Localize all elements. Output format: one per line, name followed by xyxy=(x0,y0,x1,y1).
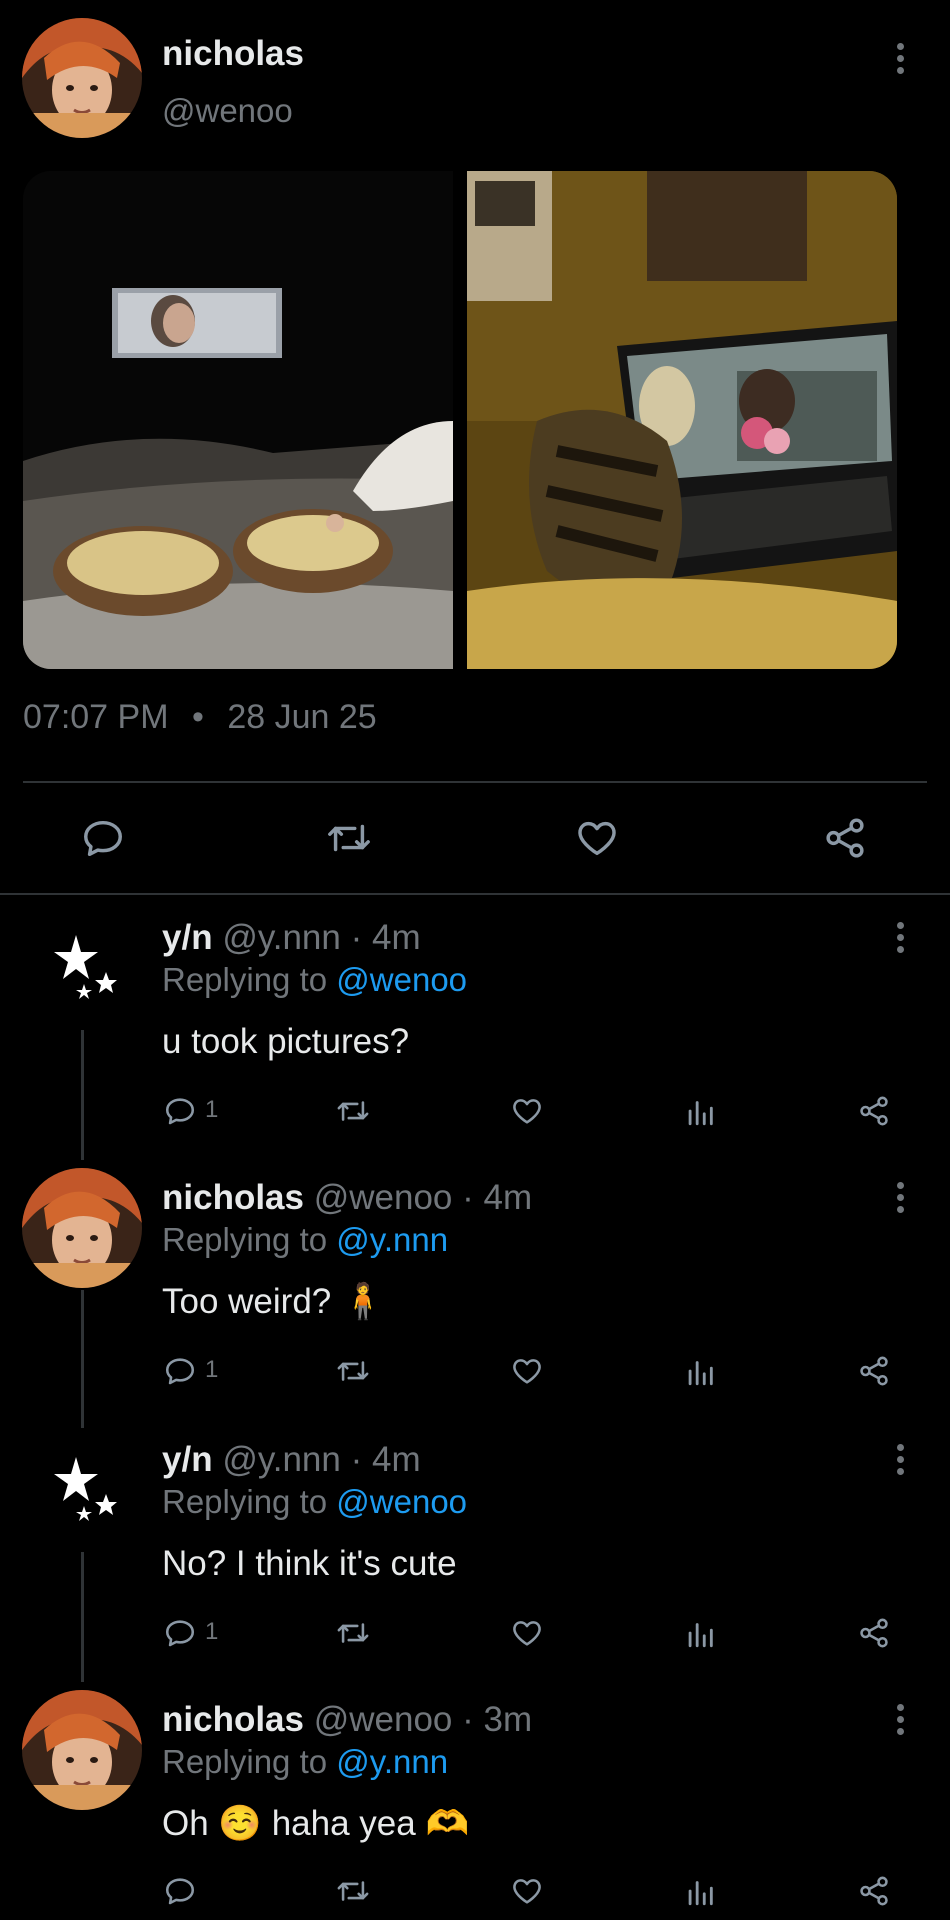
reply-author-handle[interactable]: @wenoo xyxy=(314,1700,453,1739)
author-avatar[interactable] xyxy=(22,18,142,138)
more-vertical-icon[interactable] xyxy=(897,1444,907,1480)
thread-line xyxy=(81,1290,84,1428)
more-vertical-icon[interactable] xyxy=(897,922,907,958)
divider xyxy=(0,893,950,895)
analytics-icon[interactable] xyxy=(685,1094,715,1133)
heart-icon[interactable] xyxy=(510,1354,544,1393)
reply-time: · 4m xyxy=(462,1178,533,1217)
replying-to-line: Replying to @wenoo xyxy=(162,1482,467,1522)
share-icon[interactable] xyxy=(822,815,868,861)
share-icon[interactable] xyxy=(857,1094,891,1133)
retweet-icon[interactable] xyxy=(334,1616,372,1655)
thread-line xyxy=(81,1552,84,1682)
divider xyxy=(23,781,927,783)
retweet-icon[interactable] xyxy=(334,1094,372,1133)
replying-to-line: Replying to @wenoo xyxy=(162,960,467,1000)
more-vertical-icon[interactable] xyxy=(897,1704,907,1740)
stars-avatar-icon[interactable] xyxy=(46,1452,122,1528)
retweet-icon[interactable] xyxy=(334,1874,372,1913)
heart-icon[interactable] xyxy=(574,815,620,861)
reply-count: 1 xyxy=(205,1618,219,1645)
reply-time: · 3m xyxy=(462,1700,533,1739)
author-handle[interactable]: @wenoo xyxy=(162,92,293,130)
reply-header: nicholas @wenoo · 3m xyxy=(162,1700,532,1740)
heart-icon[interactable] xyxy=(510,1616,544,1655)
tweet-date: 28 Jun 25 xyxy=(227,698,377,736)
reply-avatar[interactable] xyxy=(22,1168,142,1288)
reply-author-handle[interactable]: @wenoo xyxy=(314,1178,453,1217)
reply-text: Too weird? 🧍 xyxy=(162,1282,385,1321)
replying-to-link[interactable]: @y.nnn xyxy=(336,1743,448,1780)
reply-avatar[interactable] xyxy=(22,1690,142,1810)
reply-header: y/n @y.nnn · 4m xyxy=(162,1440,421,1480)
retweet-icon[interactable] xyxy=(334,1354,372,1393)
replying-to-link[interactable]: @wenoo xyxy=(336,1483,467,1520)
replying-to-link[interactable]: @wenoo xyxy=(336,961,467,998)
share-icon[interactable] xyxy=(857,1616,891,1655)
replying-to-label: Replying to xyxy=(162,1743,328,1780)
reply-text: No? I think it's cute xyxy=(162,1544,457,1583)
reply-time: · 4m xyxy=(350,918,421,957)
comment-icon[interactable] xyxy=(80,815,126,861)
reply-header: nicholas @wenoo · 4m xyxy=(162,1178,532,1218)
replying-to-link[interactable]: @y.nnn xyxy=(336,1221,448,1258)
analytics-icon[interactable] xyxy=(685,1354,715,1393)
more-vertical-icon[interactable] xyxy=(897,43,907,79)
reply-time: · 4m xyxy=(350,1440,421,1479)
analytics-icon[interactable] xyxy=(685,1616,715,1655)
replying-to-line: Replying to @y.nnn xyxy=(162,1220,448,1260)
reply-author-handle[interactable]: @y.nnn xyxy=(222,918,341,957)
reply-author-name[interactable]: nicholas xyxy=(162,1178,304,1217)
retweet-icon[interactable] xyxy=(324,815,374,861)
replying-to-label: Replying to xyxy=(162,1221,328,1258)
reply-author-name[interactable]: y/n xyxy=(162,918,213,957)
reply-text: Oh ☺️ haha yea 🫶 xyxy=(162,1804,470,1843)
heart-icon[interactable] xyxy=(510,1094,544,1133)
tweet-time: 07:07 PM xyxy=(23,698,169,736)
reply-count: 1 xyxy=(205,1356,219,1383)
tweet-timestamp: 07:07 PM • 28 Jun 25 xyxy=(23,698,377,737)
reply-count: 1 xyxy=(205,1096,219,1123)
replying-to-label: Replying to xyxy=(162,1483,328,1520)
analytics-icon[interactable] xyxy=(685,1874,715,1913)
reply-author-name[interactable]: nicholas xyxy=(162,1700,304,1739)
reply-text: u took pictures? xyxy=(162,1022,410,1061)
replying-to-line: Replying to @y.nnn xyxy=(162,1742,448,1782)
reply-header: y/n @y.nnn · 4m xyxy=(162,918,421,958)
heart-icon[interactable] xyxy=(510,1874,544,1913)
author-name[interactable]: nicholas xyxy=(162,34,304,74)
tweet-image-1[interactable] xyxy=(23,171,453,669)
comment-icon[interactable] xyxy=(163,1094,197,1133)
comment-icon[interactable] xyxy=(163,1874,197,1913)
share-icon[interactable] xyxy=(857,1874,891,1913)
reply-author-name[interactable]: y/n xyxy=(162,1440,213,1479)
timestamp-separator: • xyxy=(191,698,204,736)
share-icon[interactable] xyxy=(857,1354,891,1393)
more-vertical-icon[interactable] xyxy=(897,1182,907,1218)
stars-avatar-icon[interactable] xyxy=(46,930,122,1006)
tweet-image-2[interactable] xyxy=(467,171,897,669)
comment-icon[interactable] xyxy=(163,1354,197,1393)
comment-icon[interactable] xyxy=(163,1616,197,1655)
replying-to-label: Replying to xyxy=(162,961,328,998)
reply-author-handle[interactable]: @y.nnn xyxy=(222,1440,341,1479)
thread-line xyxy=(81,1030,84,1160)
